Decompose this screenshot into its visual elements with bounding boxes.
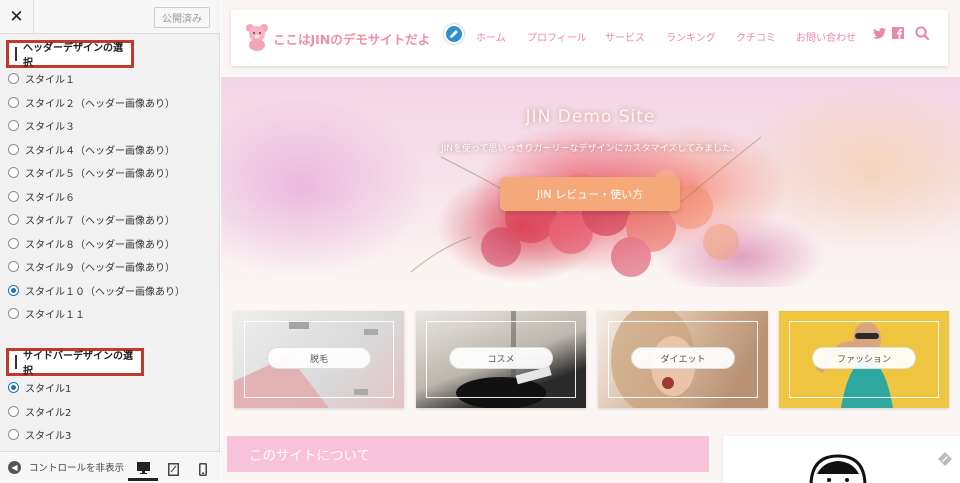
nav-reviews[interactable]: クチコミ: [736, 29, 776, 44]
category-card-cosmetics[interactable]: コスメ: [416, 311, 586, 408]
close-icon: ✕: [9, 7, 24, 27]
facebook-icon[interactable]: [892, 27, 904, 39]
radio-option[interactable]: スタイル１０（ヘッダー画像あり）: [8, 279, 185, 303]
radio-option[interactable]: スタイル９（ヘッダー画像あり）: [8, 255, 185, 279]
radio-unchecked-icon[interactable]: [8, 261, 19, 273]
radio-label: スタイル８（ヘッダー画像あり）: [25, 239, 175, 251]
radio-unchecked-icon[interactable]: [8, 120, 19, 132]
header-design-title: ヘッダーデザインの選択: [6, 40, 134, 69]
radio-option[interactable]: スタイル３: [8, 114, 185, 138]
nav-profile[interactable]: プロフィール: [527, 29, 587, 44]
preview-desktop-button[interactable]: [128, 457, 158, 481]
radio-option[interactable]: スタイル６: [8, 185, 185, 209]
header-design-options: スタイル１ スタイル２（ヘッダー画像あり） スタイル３ スタイル４（ヘッダー画像あり）…: [8, 67, 185, 326]
radio-unchecked-icon[interactable]: [8, 167, 19, 179]
category-card-hair-removal[interactable]: 脱毛: [234, 311, 404, 408]
category-label: ダイエット: [631, 347, 735, 369]
radio-label: スタイル４（ヘッダー画像あり）: [25, 145, 175, 157]
radio-option[interactable]: スタイル１１: [8, 302, 185, 326]
radio-label: スタイル3: [25, 431, 72, 443]
radio-checked-icon[interactable]: [8, 382, 19, 394]
publish-button[interactable]: 公開済み: [154, 7, 210, 28]
pencil-icon: [450, 30, 458, 38]
bear-logo-icon: [246, 24, 268, 51]
radio-label: スタイル１: [25, 75, 75, 87]
hero-review-button[interactable]: JIN レビュー・使い方: [500, 177, 680, 211]
hero-subtitle: JINを使って思いっきりガーリーなデザインにカスタマイズしてみました。: [440, 144, 741, 154]
category-label: 脱毛: [267, 347, 371, 369]
radio-checked-icon[interactable]: [8, 284, 19, 296]
category-card-fashion[interactable]: ファッション: [779, 311, 949, 408]
sidebar-design-title: サイドバーデザインの選択: [6, 348, 144, 377]
tablet-icon: [167, 462, 179, 476]
radio-label: スタイル２（ヘッダー画像あり）: [25, 98, 175, 110]
category-label: コスメ: [449, 347, 553, 369]
radio-label: スタイル１１: [25, 310, 85, 322]
radio-option[interactable]: スタイル５（ヘッダー画像あり）: [8, 161, 185, 185]
hide-controls-button[interactable]: ◀ コントロールを非表示: [8, 460, 124, 474]
category-label: ファッション: [812, 347, 916, 369]
search-icon[interactable]: [915, 26, 929, 40]
radio-label: スタイル2: [25, 407, 72, 419]
radio-option[interactable]: スタイル2: [8, 400, 71, 424]
radio-unchecked-icon[interactable]: [8, 405, 19, 417]
radio-label: スタイル1: [25, 384, 72, 396]
radio-label: スタイル５（ヘッダー画像あり）: [25, 169, 175, 181]
avatar-illustration: [809, 454, 867, 483]
radio-unchecked-icon[interactable]: [8, 237, 19, 249]
radio-unchecked-icon[interactable]: [8, 73, 19, 85]
radio-option[interactable]: スタイル７（ヘッダー画像あり）: [8, 208, 185, 232]
close-button[interactable]: ✕: [0, 0, 34, 34]
site-logo-text[interactable]: ここはJINのデモサイトだよ: [273, 29, 430, 48]
radio-option[interactable]: スタイル3: [8, 423, 71, 447]
radio-unchecked-icon[interactable]: [8, 214, 19, 226]
hero-banner: JIN Demo Site JINを使って思いっきりガーリーなデザインにカスタマ…: [221, 77, 960, 287]
radio-option[interactable]: スタイル１: [8, 67, 185, 91]
desktop-icon: [136, 461, 150, 474]
customizer-topbar: ✕ 公開済み: [0, 0, 220, 34]
radio-option[interactable]: スタイル８（ヘッダー画像あり）: [8, 232, 185, 256]
nav-ranking[interactable]: ランキング: [666, 29, 716, 44]
preview-mobile-button[interactable]: [188, 457, 218, 481]
nav-contact[interactable]: お問い合わせ: [796, 29, 856, 44]
hero-title: JIN Demo Site: [525, 107, 656, 127]
radio-label: スタイル６: [25, 192, 75, 204]
site-header: ここはJINのデモサイトだよ ホーム プロフィール サービス ランキング クチコ…: [231, 10, 948, 66]
twitter-icon[interactable]: [873, 28, 886, 39]
edit-shortcut-button[interactable]: [444, 24, 464, 44]
radio-option[interactable]: スタイル1: [8, 376, 71, 400]
site-preview: ここはJINのデモサイトだよ ホーム プロフィール サービス ランキング クチコ…: [221, 0, 960, 483]
collapse-icon: ◀: [8, 460, 21, 474]
nav-services[interactable]: サービス: [605, 29, 645, 44]
radio-label: スタイル１０（ヘッダー画像あり）: [25, 286, 185, 298]
mobile-icon: [199, 462, 207, 476]
radio-option[interactable]: スタイル２（ヘッダー画像あり）: [8, 91, 185, 115]
hide-controls-label: コントロールを非表示: [29, 463, 125, 474]
radio-unchecked-icon[interactable]: [8, 429, 19, 441]
nav-home[interactable]: ホーム: [476, 29, 506, 44]
radio-unchecked-icon[interactable]: [8, 96, 19, 108]
radio-label: スタイル７（ヘッダー画像あり）: [25, 216, 175, 228]
edit-widget-icon[interactable]: [938, 452, 952, 466]
preview-tablet-button[interactable]: [158, 457, 188, 481]
about-site-heading: このサイトについて: [227, 436, 709, 472]
radio-label: スタイル９（ヘッダー画像あり）: [25, 263, 175, 275]
radio-unchecked-icon[interactable]: [8, 190, 19, 202]
category-card-diet[interactable]: ダイエット: [598, 311, 768, 408]
radio-option[interactable]: スタイル４（ヘッダー画像あり）: [8, 138, 185, 162]
sidebar-design-options: スタイル1 スタイル2 スタイル3: [8, 376, 71, 447]
radio-label: スタイル３: [25, 122, 75, 134]
sidebar-profile-widget: [723, 436, 960, 483]
radio-unchecked-icon[interactable]: [8, 308, 19, 320]
customizer-sidebar: ✕ 公開済み ヘッダーデザインの選択 スタイル１ スタイル２（ヘッダー画像あり）ス…: [0, 0, 220, 483]
customizer-footer: ◀ コントロールを非表示: [0, 451, 220, 483]
radio-unchecked-icon[interactable]: [8, 143, 19, 155]
